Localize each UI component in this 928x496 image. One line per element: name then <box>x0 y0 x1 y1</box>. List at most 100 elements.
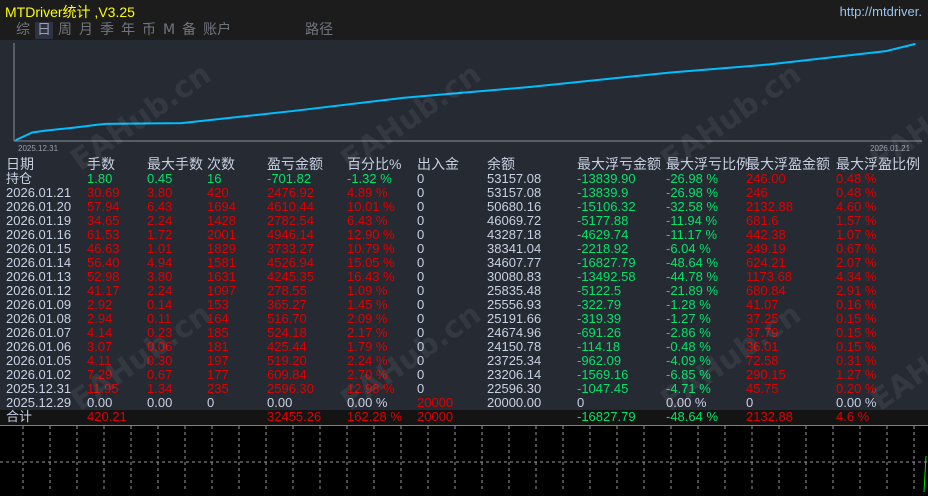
tab-1[interactable]: 日 <box>35 22 53 39</box>
table-cell: 1097 <box>207 283 236 298</box>
table-cell: 0.11 <box>147 311 172 326</box>
table-cell: 516.70 <box>267 311 307 326</box>
table-cell: 16.43 % <box>347 269 395 284</box>
table-cell: 1.34 <box>147 381 173 396</box>
table-cell: 41.07 <box>746 297 779 312</box>
column-header[interactable]: 次数 <box>207 157 235 171</box>
table-cell: 0.48 % <box>836 185 877 200</box>
table-row[interactable]: 2026.01.13 52.98 3.80 1631 4245.35 16.43 % 0 30… <box>0 270 928 284</box>
total-cell: 2132.88 <box>746 409 793 424</box>
table-cell: 0.48 % <box>836 171 877 186</box>
table-cell: 1.01 <box>147 241 173 256</box>
table-cell: 185 <box>207 325 229 340</box>
table-cell: 46069.72 <box>487 213 542 228</box>
table-cell: 0 <box>417 199 425 214</box>
table-cell: -5122.5 <box>577 283 622 298</box>
tab-7[interactable]: M <box>161 22 177 39</box>
table-cell: 10.79 % <box>347 241 395 256</box>
table-row[interactable]: 2026.01.12 41.17 2.24 1097 278.55 1.09 % 0 2583… <box>0 284 928 298</box>
column-header[interactable]: 手数 <box>87 157 115 171</box>
table-cell: 2026.01.05 <box>6 353 72 368</box>
table-cell: 2132.88 <box>746 199 793 214</box>
table-cell: 0.15 % <box>836 325 877 340</box>
table-row[interactable]: 2026.01.07 4.14 0.23 185 524.18 2.17 % 0 24674.… <box>0 326 928 340</box>
table-cell: 0.00 % <box>347 395 388 410</box>
table-cell: -11.17 % <box>666 227 718 242</box>
table-row[interactable]: 2025.12.31 11.95 1.34 235 2596.30 12.98 % 0 225… <box>0 382 928 396</box>
table-cell: 0.06 <box>147 339 173 354</box>
column-header[interactable]: 最大浮亏金额 <box>577 157 661 171</box>
table-cell: 197 <box>207 353 229 368</box>
table-row[interactable]: 2026.01.09 2.92 0.14 153 365.27 1.45 % 0 25556.… <box>0 298 928 312</box>
table-row[interactable]: 2026.01.16 61.53 1.72 2001 4946.14 12.90 % 0 43… <box>0 228 928 242</box>
column-header[interactable]: 日期 <box>6 157 34 171</box>
table-row[interactable]: 2026.01.06 3.07 0.06 181 425.44 1.79 % 0 24150.… <box>0 340 928 354</box>
table-row[interactable]: 2026.01.20 57.94 6.43 1694 4610.44 10.01 % 0 50… <box>0 200 928 214</box>
table-cell: 524.18 <box>267 325 307 340</box>
table-row[interactable]: 2026.01.14 56.40 4.94 1581 4526.94 15.05 % 0 34… <box>0 256 928 270</box>
table-cell: -32.58 % <box>666 199 719 214</box>
column-header[interactable]: 最大浮亏比例 <box>666 157 750 171</box>
column-header[interactable]: 最大浮盈金额 <box>746 157 830 171</box>
table-cell: 0 <box>417 255 425 270</box>
table-cell: 0.20 % <box>836 381 877 396</box>
table-cell: 6.43 <box>147 199 173 214</box>
table-cell: 0.45 <box>147 171 173 186</box>
tab-11[interactable]: 路径 <box>303 22 335 39</box>
tab-6[interactable]: 币 <box>140 22 158 39</box>
table-cell: 57.94 <box>87 199 120 214</box>
x-tick-label-start: 2025.12.31 <box>18 144 59 153</box>
table-row[interactable]: 2025.12.29 0.00 0.00 0 0.00 0.00 % 20000 20000.… <box>0 396 928 410</box>
equity-point-2025.12.29 <box>15 139 17 141</box>
table-cell: 4526.94 <box>267 255 314 270</box>
tab-10 <box>236 22 300 39</box>
tab-2[interactable]: 周 <box>56 22 74 39</box>
column-header[interactable]: 最大手数 <box>147 157 203 171</box>
column-header[interactable]: 百分比% <box>347 157 401 171</box>
table-row[interactable]: 2026.01.21 30.69 3.80 420 2476.92 4.89 % 0 5315… <box>0 186 928 200</box>
tab-9[interactable]: 账户 <box>201 22 233 39</box>
tab-8[interactable]: 备 <box>180 22 198 39</box>
column-header[interactable]: 盈亏金额 <box>267 157 323 171</box>
table-cell: 25191.66 <box>487 311 542 326</box>
table-cell: 1.72 <box>147 227 173 242</box>
table-row[interactable]: 2026.01.05 4.11 0.30 197 519.20 2.24 % 0 23725.… <box>0 354 928 368</box>
table-row[interactable]: 2026.01.15 46.63 1.01 1829 3733.27 10.79 % 0 38… <box>0 242 928 256</box>
column-header[interactable]: 余额 <box>487 157 515 171</box>
tab-4[interactable]: 季 <box>98 22 116 39</box>
table-cell: 365.27 <box>267 297 307 312</box>
table-cell: 519.20 <box>267 353 307 368</box>
table-cell: 0 <box>417 381 425 396</box>
table-cell: 425.44 <box>267 339 307 354</box>
table-cell: -16827.79 <box>577 255 636 270</box>
table-row[interactable]: 2026.01.02 7.29 0.67 177 609.84 2.70 % 0 23206.… <box>0 368 928 382</box>
tab-3[interactable]: 月 <box>77 22 95 39</box>
table-cell: 0.00 <box>147 395 173 410</box>
tab-5[interactable]: 年 <box>119 22 137 39</box>
table-cell: 2026.01.06 <box>6 339 72 354</box>
table-row[interactable]: 2026.01.08 2.94 0.11 164 516.70 2.09 % 0 25191.… <box>0 312 928 326</box>
equity-point-2026.01.19 <box>767 63 770 66</box>
table-cell: 0.00 % <box>666 395 707 410</box>
table-cell: 249.19 <box>746 241 786 256</box>
tab-0[interactable]: 综 <box>14 22 32 39</box>
column-header[interactable]: 出入金 <box>417 157 459 171</box>
table-cell: 2.92 <box>87 297 113 312</box>
table-cell: 1581 <box>207 255 236 270</box>
table-cell: -13839.9 <box>577 185 629 200</box>
table-cell: 41.17 <box>87 283 120 298</box>
table-cell: 2.91 % <box>836 283 877 298</box>
column-header[interactable]: 最大浮盈比例 <box>836 157 920 171</box>
table-cell: 50680.16 <box>487 199 542 214</box>
website-link[interactable]: http://mtdriver. <box>840 4 922 19</box>
table-cell: 3.07 <box>87 339 113 354</box>
table-cell: 2.24 % <box>347 353 388 368</box>
table-cell: 153 <box>207 297 229 312</box>
table-cell: 0 <box>746 395 754 410</box>
table-row[interactable]: 持仓 1.80 0.45 16 -701.82 -1.32 % 0 53157.08 -1383… <box>0 172 928 186</box>
table-cell: 4.11 <box>87 353 112 368</box>
equity-point-2026.01.13 <box>293 110 296 112</box>
table-cell: 53157.08 <box>487 171 542 186</box>
table-cell: 37.25 <box>746 311 779 326</box>
table-row[interactable]: 2026.01.19 34.65 2.24 1428 2782.54 6.43 % 0 460… <box>0 214 928 228</box>
